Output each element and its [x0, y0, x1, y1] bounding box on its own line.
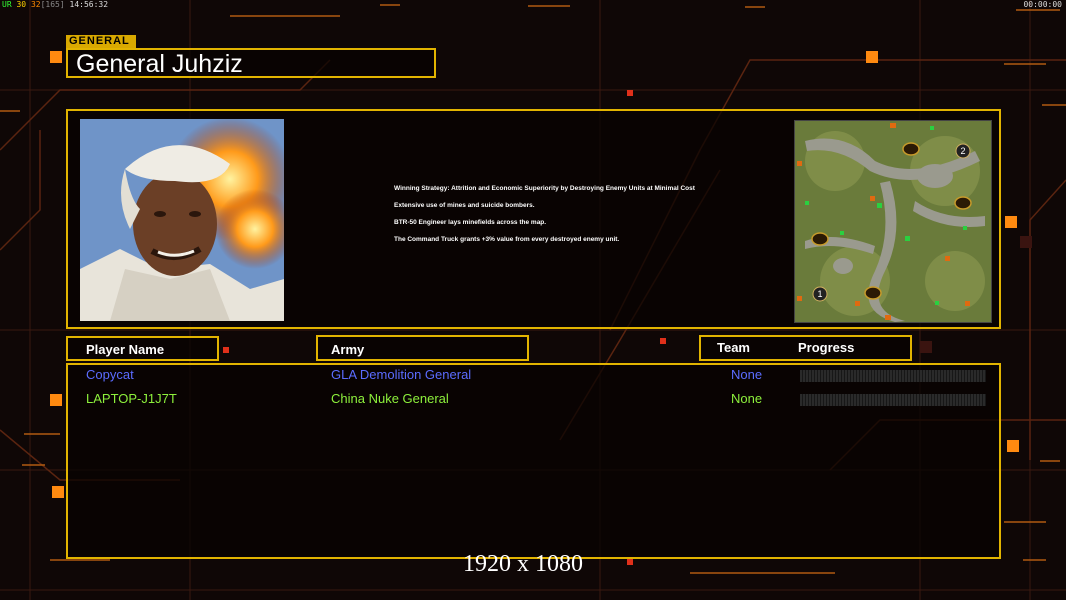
header-player-name: Player Name	[66, 336, 219, 361]
player-name: Copycat	[86, 367, 134, 382]
header-progress-label: Progress	[798, 340, 855, 355]
fps-value-a: 30	[16, 0, 27, 9]
header-army-label: Army	[331, 342, 365, 357]
map-preview: 2 1	[794, 120, 992, 323]
game-timer: 00:00:00	[1023, 0, 1062, 9]
fps-counter: UR 30 32[165] 14:56:32	[2, 0, 108, 9]
strategy-line: The Command Truck grants +3% value from …	[394, 236, 620, 243]
strategy-line: BTR-50 Engineer lays minefields across t…	[394, 219, 547, 226]
header-player-name-label: Player Name	[86, 342, 165, 357]
resolution-label: 1920 x 1080	[463, 551, 583, 577]
player-team: None	[731, 367, 763, 382]
fps-label: UR	[2, 0, 12, 9]
player-progress-bar	[800, 370, 986, 382]
player-team: None	[731, 391, 763, 406]
clock: 14:56:32	[69, 0, 109, 9]
general-tag: GENERAL	[66, 35, 136, 48]
strategy-text: Winning Strategy: Attrition and Economic…	[394, 185, 704, 253]
players-panel: Copycat GLA Demolition General None LAPT…	[66, 363, 1001, 559]
player-row: Copycat GLA Demolition General None	[68, 367, 999, 385]
general-name-box: General Juhziz	[66, 48, 436, 78]
header-army: Army	[316, 335, 529, 361]
fps-value-b: 32	[30, 0, 41, 9]
header-team-label: Team	[717, 340, 750, 355]
player-army: GLA Demolition General	[331, 367, 472, 382]
player-row: LAPTOP-J1J7T China Nuke General None	[68, 391, 999, 409]
general-info-panel: Winning Strategy: Attrition and Economic…	[66, 109, 1001, 329]
strategy-line: Extensive use of mines and suicide bombe…	[394, 202, 535, 209]
player-army: China Nuke General	[331, 391, 449, 406]
map-preview-art: 2 1	[795, 121, 991, 322]
header-team-progress: Team Progress	[699, 335, 912, 361]
map-start-label: 1	[817, 289, 822, 299]
portrait-art	[80, 119, 284, 321]
fps-value-c: [165]	[40, 0, 65, 9]
general-name: General Juhziz	[76, 50, 243, 78]
player-progress-bar	[800, 394, 986, 406]
map-start-label: 2	[960, 146, 965, 156]
player-name: LAPTOP-J1J7T	[86, 391, 177, 406]
general-portrait	[80, 119, 284, 321]
strategy-line: Winning Strategy: Attrition and Economic…	[394, 185, 695, 192]
